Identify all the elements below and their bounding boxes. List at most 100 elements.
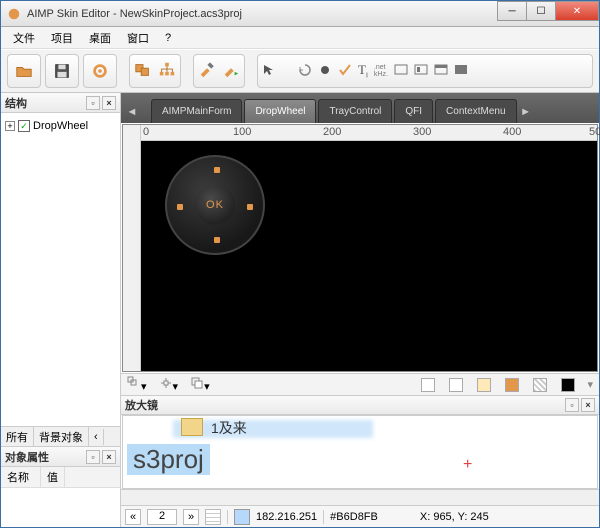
panel-menu-icon[interactable]: ▫ [565,398,579,412]
ruler-horizontal: 0 100 200 300 400 500 [141,125,597,141]
align-icon[interactable]: ▾ [127,376,147,393]
properties-panel: 对象属性 ▫ × 名称 值 [1,446,120,527]
tab-bg-objects[interactable]: 背景对象 [34,427,89,447]
windows-icon[interactable] [134,61,152,82]
wheel-down-icon[interactable] [214,237,220,243]
element-tabstrip: ◄ AIMPMainForm DropWheel TrayControl QFI… [121,93,599,123]
status-coords: X: 965, Y: 245 [420,511,489,523]
menu-help[interactable]: ? [157,30,179,46]
wheel-up-icon[interactable] [214,167,220,173]
screen2-icon[interactable] [414,63,428,80]
tree-checkbox[interactable]: ✓ [18,120,30,132]
design-canvas[interactable]: OK [141,141,597,371]
statusbar: « 2 » 182.216.251 #B6D8FB X: 965, Y: 245 [121,505,599,527]
folder-icon [181,418,203,436]
structure-header: 结构 ▫ × [1,93,120,113]
canvas-options-row: ▾ ▾ ▾ ▾ [121,373,599,395]
wheel-right-icon[interactable] [247,204,253,210]
editor-area: ◄ AIMPMainForm DropWheel TrayControl QFI… [121,93,599,527]
screen4-icon[interactable] [454,63,468,80]
minimize-button[interactable]: ─ [497,1,527,21]
tab-all[interactable]: 所有 [1,427,34,447]
opt-dropdown-icon[interactable]: ▾ [587,378,593,391]
panel-close-icon[interactable]: × [102,96,116,110]
magnifier-view[interactable]: 1及来 s3proj + [122,415,598,489]
opt-box-1[interactable] [421,378,435,392]
panel-close-icon[interactable]: × [102,450,116,464]
maximize-button[interactable]: ☐ [526,1,556,21]
titlebar[interactable]: AIMP Skin Editor - NewSkinProject.acs3pr… [1,1,599,27]
text-icon[interactable]: TI [358,62,368,80]
tab-qfi[interactable]: QFI [394,99,433,123]
prop-col-name[interactable]: 名称 [1,467,41,487]
wheel-ok-button[interactable]: OK [195,185,235,225]
panel-menu-icon[interactable]: ▫ [86,450,100,464]
zoom-in-button[interactable]: » [183,509,199,525]
tab-traycontrol[interactable]: TrayControl [318,99,392,123]
wheel-left-icon[interactable] [177,204,183,210]
menu-window[interactable]: 窗口 [119,28,157,48]
opt-box-4[interactable] [505,378,519,392]
tree-item-label: DropWheel [33,120,88,132]
check-icon[interactable] [338,63,352,80]
hierarchy-icon[interactable] [158,61,176,82]
properties-grid[interactable]: 名称 值 [1,467,120,527]
ruler-vertical [123,125,141,371]
magnifier-sample-text: s3proj [127,444,210,475]
tree-expand-icon[interactable]: + [5,121,15,131]
open-button[interactable] [7,54,41,88]
record-icon[interactable] [318,63,332,80]
structure-title: 结构 [5,95,27,111]
tab-scroll-right[interactable]: ► [519,101,533,123]
tab-scroll-left[interactable]: ◄ [125,101,139,123]
menu-project[interactable]: 项目 [43,28,81,48]
zoom-out-button[interactable]: « [125,509,141,525]
prop-col-value[interactable]: 值 [41,467,65,487]
menu-desktop[interactable]: 桌面 [81,28,119,48]
hammer-run-icon[interactable] [222,61,240,82]
magnifier-title: 放大镜 [125,397,158,413]
mag-folder-label: 1及来 [211,418,247,438]
screen3-icon[interactable] [434,63,448,80]
pointer-icon[interactable] [262,63,276,80]
color-swatch[interactable] [234,509,250,525]
layout-group [129,54,181,88]
opt-box-5[interactable] [533,378,547,392]
screen1-icon[interactable] [394,63,408,80]
tab-aimpmainform[interactable]: AIMPMainForm [151,99,242,123]
menu-file[interactable]: 文件 [5,28,43,48]
status-hex: #B6D8FB [330,511,378,523]
tool-palette: TI .netkHz. [257,54,593,88]
properties-header: 对象属性 ▫ × [1,447,120,467]
window-title: AIMP Skin Editor - NewSkinProject.acs3pr… [27,8,498,20]
app-icon [6,6,22,22]
tab-dropwheel[interactable]: DropWheel [244,99,316,123]
save-button[interactable] [45,54,79,88]
settings-button[interactable] [83,54,117,88]
opt-box-3[interactable] [477,378,491,392]
tab-more[interactable]: ‹ [89,429,104,445]
panel-menu-icon[interactable]: ▫ [86,96,100,110]
build-group [193,54,245,88]
canvas-wrap: 0 100 200 300 400 500 OK [122,124,598,372]
close-button[interactable]: ✕ [555,1,599,21]
hammer-icon[interactable] [198,61,216,82]
opt-box-6[interactable] [561,378,575,392]
magnifier-scrollbar[interactable] [121,489,599,505]
net-khz-icon[interactable]: .netkHz. [374,64,388,78]
status-rgb: 182.216.251 [256,511,317,523]
properties-title: 对象属性 [5,449,49,465]
snap-icon[interactable]: ▾ [159,376,179,393]
panel-close-icon[interactable]: × [581,398,595,412]
tree-item-root[interactable]: + ✓ DropWheel [5,117,116,135]
app-window: AIMP Skin Editor - NewSkinProject.acs3pr… [0,0,600,528]
tab-contextmenu[interactable]: ContextMenu [435,99,516,123]
opt-box-2[interactable] [449,378,463,392]
grid-toggle[interactable] [205,509,221,525]
dropwheel-element[interactable]: OK [165,155,265,255]
structure-tree[interactable]: + ✓ DropWheel [1,113,120,426]
rotate-icon[interactable] [298,63,312,80]
copy-icon[interactable]: ▾ [190,376,210,393]
zoom-level[interactable]: 2 [147,509,177,525]
structure-tabs: 所有 背景对象 ‹ [1,426,120,446]
